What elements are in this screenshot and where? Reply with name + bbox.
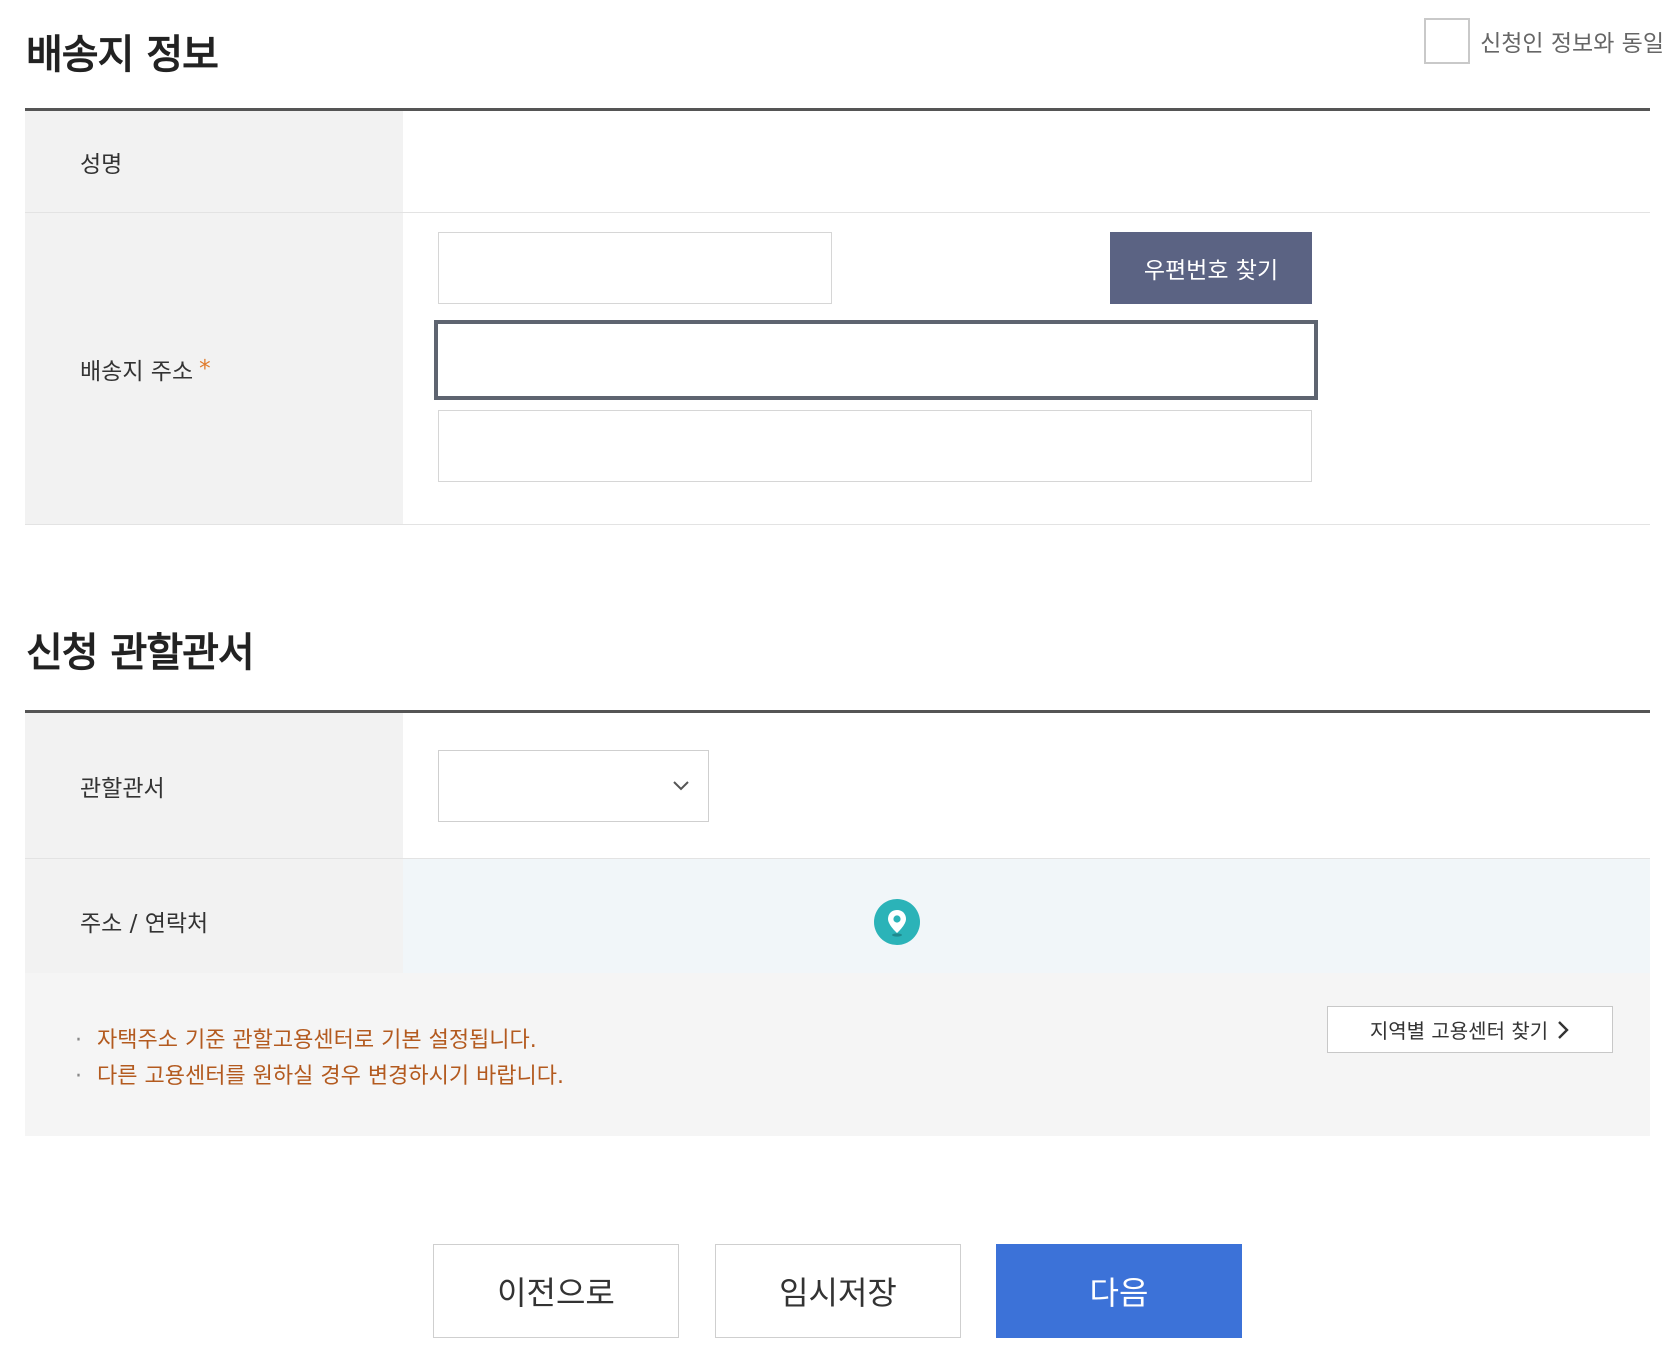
- zipcode-input[interactable]: [438, 232, 832, 304]
- contact-value: [403, 859, 1650, 982]
- name-value: [403, 111, 1650, 212]
- address-label: 배송지 주소: [80, 358, 194, 385]
- office-row: 관할관서: [25, 713, 1650, 859]
- office-select[interactable]: [438, 750, 709, 822]
- notice-box: 자택주소 기준 관할고용센터로 기본 설정됩니다. 다른 고용센터를 원하실 경…: [25, 973, 1650, 1136]
- contact-label: 주소 / 연락처: [25, 859, 403, 982]
- address-line1-input[interactable]: [434, 320, 1318, 400]
- next-button[interactable]: 다음: [996, 1244, 1242, 1338]
- shipping-section-title: 배송지 정보: [26, 32, 219, 78]
- region-center-search-label: 지역별 고용센터 찾기: [1369, 1019, 1549, 1043]
- address-row: 배송지 주소 * 우편번호 찾기: [25, 213, 1650, 525]
- office-section-title: 신청 관할관서: [26, 630, 255, 676]
- same-as-applicant[interactable]: 신청인 정보와 동일: [1424, 18, 1664, 64]
- name-label: 성명: [25, 111, 403, 212]
- office-table: 관할관서 주소 / 연락처: [25, 710, 1650, 983]
- map-pin-icon[interactable]: [874, 899, 920, 945]
- contact-row: 주소 / 연락처: [25, 859, 1650, 983]
- name-row: 성명: [25, 111, 1650, 213]
- prev-button[interactable]: 이전으로: [433, 1244, 679, 1338]
- notice-list: 자택주소 기준 관할고용센터로 기본 설정됩니다. 다른 고용센터를 원하실 경…: [75, 1023, 564, 1095]
- required-mark: *: [199, 355, 211, 382]
- address-line2-input[interactable]: [438, 410, 1312, 482]
- office-label: 관할관서: [25, 713, 403, 858]
- office-select-cell: [403, 713, 1650, 858]
- notice-item: 자택주소 기준 관할고용센터로 기본 설정됩니다.: [75, 1023, 564, 1059]
- address-label-cell: 배송지 주소 *: [25, 213, 403, 524]
- chevron-right-icon: [1558, 1020, 1569, 1039]
- region-center-search-button[interactable]: 지역별 고용센터 찾기: [1327, 1006, 1613, 1053]
- same-as-applicant-label: 신청인 정보와 동일: [1480, 31, 1664, 57]
- same-as-applicant-checkbox[interactable]: [1424, 18, 1471, 64]
- address-inputs: 우편번호 찾기: [403, 213, 1650, 524]
- zip-search-button[interactable]: 우편번호 찾기: [1110, 232, 1312, 304]
- temp-save-button[interactable]: 임시저장: [715, 1244, 961, 1338]
- chevron-down-icon: [673, 781, 689, 791]
- shipping-table: 성명 배송지 주소 * 우편번호 찾기: [25, 108, 1650, 525]
- notice-item: 다른 고용센터를 원하실 경우 변경하시기 바랍니다.: [75, 1059, 564, 1095]
